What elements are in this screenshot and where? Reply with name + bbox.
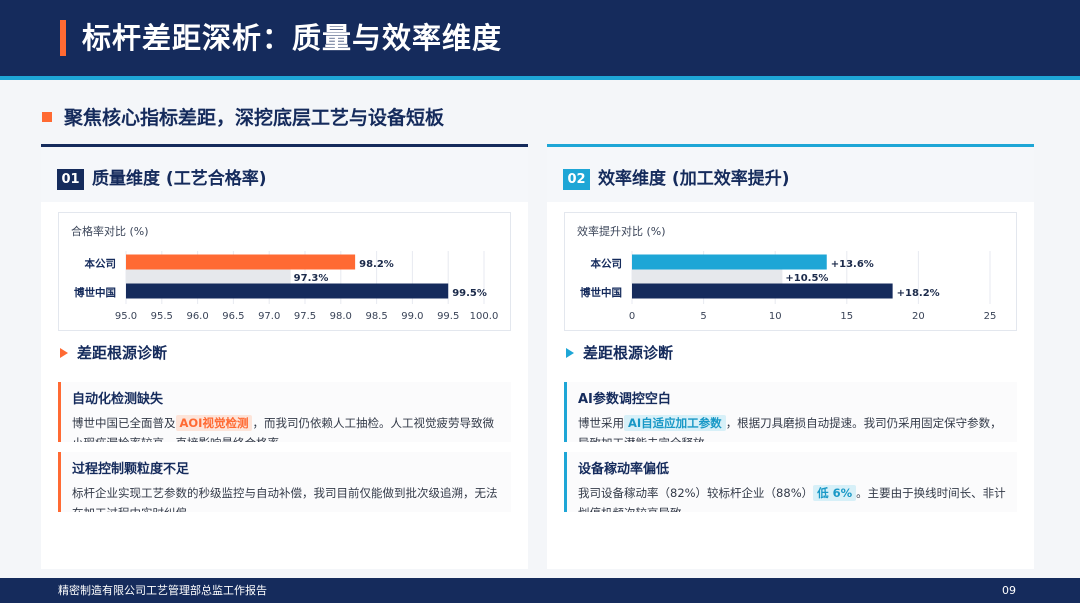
bar — [126, 283, 449, 299]
diagnosis-title: 差距根源诊断 — [583, 344, 674, 362]
category-label: 本公司 — [85, 257, 117, 270]
x-tick-label: 20 — [912, 311, 925, 322]
card-text: 博世采用AI自适应加工参数，根据刀具磨损自动提速。我司仍采用固定保守参数，导致加… — [578, 413, 1010, 442]
diagnosis-card: 自动化检测缺失 博世中国已全面普及 AOI视觉检测 ，而我司仍依赖人工抽检。人工视觉… — [58, 382, 511, 442]
x-tick-label: 25 — [984, 311, 997, 322]
card-title: 设备稼动率偏低 — [578, 462, 670, 477]
diagnosis-card: AI参数调控空白 博世采用 AI自适应加工参数 ，根据刀具磨损自动提速。我司仍采用固… — [564, 382, 1017, 442]
page-subtitle: 聚焦核心指标差距，深挖底层工艺与设备短板 — [64, 107, 445, 129]
efficiency-chart: 效率提升对比 (%) 0 5 10 15 20 25 本公司博世中国 +10.5% +13.6% +… — [564, 212, 1017, 331]
x-tick-label: 96.0 — [186, 311, 208, 322]
quality-panel: 01 质量维度 (工艺合格率) 合格率对比 (%) 95.0 95.5 96.0 96.… — [41, 144, 528, 569]
panel-header: 02 效率维度 (加工效率提升) — [547, 147, 1034, 202]
card-text: 博世中国已全面普及AOI视觉检测，而我司仍依赖人工抽检。人工视觉疲劳导致微小瑕疵… — [72, 413, 504, 442]
data-label: 99.5% — [452, 288, 487, 299]
data-label: 97.3% — [294, 273, 329, 284]
efficiency-chart-svg: 效率提升对比 (%) 0 5 10 15 20 25 本公司博世中国 +10.5%+13.6% +… — [577, 224, 997, 322]
efficiency-panel: 02 效率维度 (加工效率提升) 效率提升对比 (%) 0 5 10 15 20 25 本公司… — [547, 144, 1034, 569]
category-label: 本公司 — [591, 257, 623, 270]
data-label: +18.2% — [897, 288, 940, 299]
diagnosis-card: 过程控制颗粒度不足 标杆企业实现工艺参数的秒级监控与自动补偿，我司目前仅能做到批… — [58, 452, 511, 512]
x-tick-label: 97.5 — [294, 311, 316, 322]
x-tick-label: 96.5 — [222, 311, 244, 322]
bar — [632, 254, 827, 270]
card-highlight: 低 6% — [813, 485, 857, 501]
x-tick-label: 98.0 — [330, 311, 352, 322]
panel-title: 效率维度 (加工效率提升) — [598, 169, 790, 189]
card-highlight: AOI视觉检测 — [175, 415, 253, 431]
x-tick-label: 98.5 — [365, 311, 387, 322]
card-title: AI参数调控空白 — [578, 392, 671, 407]
x-tick-label: 95.0 — [115, 311, 137, 322]
category-label: 博世中国 — [74, 286, 116, 299]
x-tick-label: 5 — [700, 311, 706, 322]
panel-badge: 01 — [57, 169, 84, 190]
x-tick-label: 100.0 — [470, 311, 499, 322]
x-tick-label: 99.5 — [437, 311, 459, 322]
category-label: 博世中国 — [580, 286, 622, 299]
x-tick-label: 10 — [769, 311, 782, 322]
x-tick-label: 97.0 — [258, 311, 280, 322]
footer-text: 精密制造有限公司工艺管理部总监工作报告 — [58, 584, 267, 597]
card-text-pre: 我司设备稼动率（82%）较标杆企业（88%） — [578, 486, 814, 500]
diagnosis-marker-icon — [566, 348, 574, 358]
quality-chart: 合格率对比 (%) 95.0 95.5 96.0 96.5 97.0 97.5 98.0 98.… — [58, 212, 511, 331]
panel-badge: 02 — [563, 169, 590, 190]
diagnosis-title: 差距根源诊断 — [77, 344, 168, 362]
card-text: 我司设备稼动率（82%）较标杆企业（88%）低 6%。主要由于换线时间长、非计划… — [578, 483, 1010, 512]
quality-chart-svg: 合格率对比 (%) 95.0 95.5 96.0 96.5 97.0 97.5 98.0 98.… — [71, 224, 499, 322]
bar — [126, 269, 291, 284]
data-label: +13.6% — [831, 259, 874, 270]
card-text: 标杆企业实现工艺参数的秒级监控与自动补偿，我司目前仅能做到批次级追溯，无法在加工… — [72, 483, 504, 512]
bar — [632, 269, 783, 284]
page-number: 09 — [1002, 584, 1016, 597]
page-title: 标杆差距深析：质量与效率维度 — [82, 21, 503, 55]
card-text-pre: 博世中国已全面普及 — [72, 416, 176, 430]
x-tick-label: 99.0 — [401, 311, 423, 322]
chart-title: 效率提升对比 (%) — [577, 224, 666, 238]
card-title: 自动化检测缺失 — [72, 392, 164, 407]
bar — [126, 254, 356, 270]
chart-title: 合格率对比 (%) — [71, 224, 149, 238]
data-label: 98.2% — [359, 259, 394, 270]
title-accent — [60, 20, 66, 56]
x-tick-label: 15 — [840, 311, 853, 322]
card-title: 过程控制颗粒度不足 — [72, 462, 190, 477]
diagnosis-marker-icon — [60, 348, 68, 358]
card-highlight: AI自适应加工参数 — [624, 415, 726, 431]
x-tick-label: 0 — [629, 311, 635, 322]
bar — [632, 283, 893, 299]
header-divider — [0, 76, 1080, 80]
card-text-pre: 博世采用 — [578, 416, 624, 430]
panel-title: 质量维度 (工艺合格率) — [92, 169, 267, 189]
subtitle-marker — [42, 112, 52, 122]
card-text-pre: 标杆企业实现工艺参数的秒级监控与自动补偿，我司目前仅能做到批次级追溯，无法在加工… — [72, 486, 498, 512]
panel-header: 01 质量维度 (工艺合格率) — [41, 147, 528, 202]
x-tick-label: 95.5 — [151, 311, 173, 322]
diagnosis-card: 设备稼动率偏低 我司设备稼动率（82%）较标杆企业（88%）低 6% 。主要由于换… — [564, 452, 1017, 512]
footer-bar: 精密制造有限公司工艺管理部总监工作报告 09 — [0, 578, 1080, 603]
data-label: +10.5% — [785, 273, 828, 284]
